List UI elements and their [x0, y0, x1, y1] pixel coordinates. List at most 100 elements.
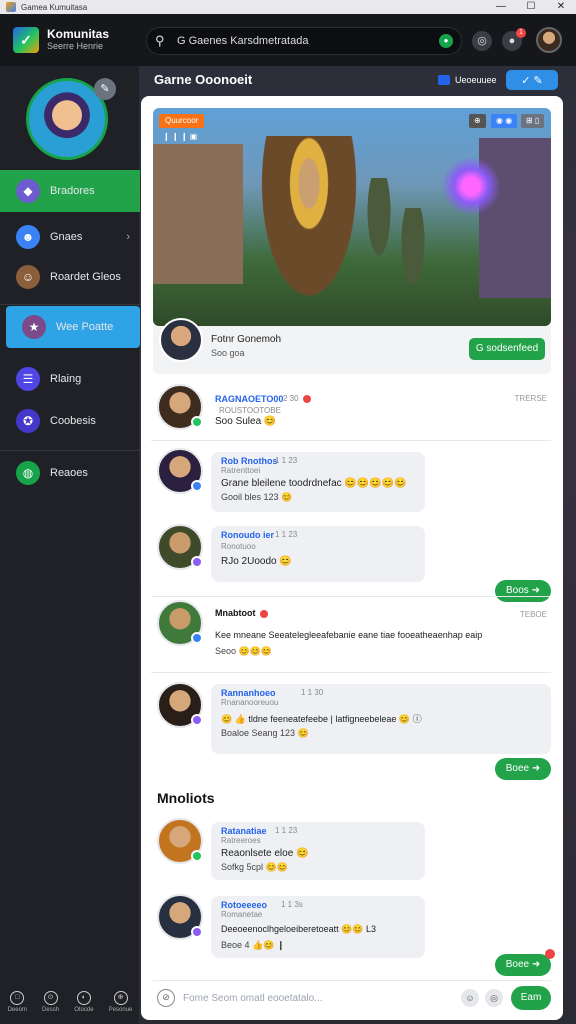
edit-button[interactable]: ✓ ✎	[506, 70, 558, 90]
compass-icon[interactable]: ◎	[472, 31, 492, 51]
sidebar-footer-button[interactable]: ⊙ Dessh	[42, 991, 59, 1013]
sidebar-item-label: Gnaes	[50, 231, 83, 243]
maximize-button[interactable]: ☐	[516, 0, 546, 14]
notification-icon[interactable]: ● 1	[502, 28, 526, 51]
reply-label: Boee ➜	[505, 959, 541, 970]
follow-button[interactable]: G sodsenfeed	[469, 338, 545, 360]
window-titlebar: Gamea Kumuitasa — ☐ ✕	[0, 0, 576, 14]
hero-building	[153, 144, 243, 284]
close-button[interactable]: ✕	[546, 0, 576, 14]
comment-composer: ⊘ ☺ ◎ Eam	[153, 980, 551, 1014]
profile-edit-icon[interactable]: ✎	[94, 78, 116, 100]
sidebar-item-label: Bradores	[50, 185, 95, 197]
search-icon: ⚲	[155, 33, 165, 48]
hero-image[interactable]: Quurcoor ❙ ❙ ❙ ▣ ⊕ ◉ ◉ ⊞ ▯	[153, 108, 551, 326]
sidebar-item-reaoes[interactable]: ◍ Reaoes	[0, 452, 140, 494]
comment-time: 1 1 23	[275, 826, 298, 835]
avatar[interactable]	[157, 524, 203, 570]
target-icon: ⊙	[43, 991, 58, 1005]
hero-tag-secondary: ❙ ❙ ❙ ▣	[163, 132, 198, 141]
search-bar[interactable]: ⚲ G Gaenes Karsdmetratada ●	[146, 27, 462, 55]
comment-item: Ronoudo ier 1 1 23 Ronotuoo RJo 2Uoodo 😊…	[141, 524, 563, 604]
sidebar-footer: □ Deeom ⊙ Dessh ◐ Otocde ⊕ Pesonue	[0, 980, 140, 1024]
sidebar-item-rlaing[interactable]: ☰ Rlaing	[0, 358, 140, 400]
comment-time: 1 1 30	[301, 688, 324, 697]
comment-text: RJo 2Uoodo 😊	[221, 556, 292, 567]
comment-bubble: Rob Rnothos 1 1 23 Ratrenttoei Grane ble…	[211, 452, 425, 512]
comment-handle: Ratrenttoei	[221, 466, 261, 475]
comment-time: 2 30	[283, 394, 299, 403]
author-name: Fotnr Gonemoh	[211, 334, 282, 345]
comment-text: Reaonlsete eloe 😊	[221, 848, 309, 859]
app-header: ✓ Komunitas Seerre Henrie ⚲ G Gaenes Kar…	[0, 14, 576, 66]
author-avatar[interactable]	[159, 318, 203, 362]
hero-tag-right[interactable]: ⊞ ▯	[521, 114, 545, 128]
mic-icon[interactable]: ●	[439, 34, 453, 48]
sidebar-item-wee-poatte[interactable]: ★ Wee Poatte	[6, 306, 140, 348]
comment-handle: Ronotuoo	[221, 542, 256, 551]
comment-author[interactable]: Ronoudo ier	[221, 530, 274, 540]
status-dot	[191, 850, 203, 862]
filter-label: Ueoeuuee	[455, 75, 497, 85]
avatar[interactable]	[157, 600, 203, 646]
comment-text: Boaloe Seang 123 😊	[221, 728, 309, 738]
comment-author[interactable]: Rannanhoeo	[221, 688, 276, 698]
minimize-button[interactable]: —	[486, 0, 516, 14]
footer-label: Otocde	[74, 1007, 94, 1013]
comment-author[interactable]: RAGNAOETO00	[215, 394, 283, 404]
send-button[interactable]: Eam	[511, 986, 551, 1010]
search-input[interactable]: G Gaenes Karsdmetratada	[177, 35, 308, 47]
comment-timestamp: TEBOE	[519, 610, 547, 619]
list-icon: ☰	[16, 367, 40, 391]
sidebar-item-coobesis[interactable]: ✪ Coobesis	[0, 400, 140, 442]
comment-timestamp: TRERSE	[514, 394, 547, 403]
sidebar-item-roardet[interactable]: ☺ Roardet Gleos	[0, 256, 140, 298]
comment-author[interactable]: Ratanatiae	[221, 826, 267, 836]
avatar[interactable]	[157, 818, 203, 864]
user-avatar[interactable]	[536, 27, 562, 53]
reply-button[interactable]: Boee ➜	[495, 949, 555, 976]
hero-tag-right[interactable]: ◉ ◉	[491, 114, 518, 128]
footer-label: Pesonue	[108, 1007, 133, 1013]
window-title: Gamea Kumuitasa	[21, 2, 88, 12]
comment-input[interactable]	[183, 985, 459, 1011]
comment-text: Kee mneane Seeatelegleeafebanie eane tia…	[215, 630, 483, 640]
sidebar-footer-button[interactable]: □ Deeom	[8, 991, 27, 1013]
comment-author[interactable]: Rob Rnothos	[221, 456, 278, 466]
sidebar-item-bradores[interactable]: ◆ Bradores	[0, 170, 140, 212]
sidebar-item-label: Coobesis	[50, 415, 96, 427]
reply-button[interactable]: Boos ➜	[495, 580, 551, 602]
sidebar-footer-button[interactable]: ⊕ Pesonue	[108, 991, 133, 1013]
app-icon	[6, 2, 16, 12]
comment-handle: Romanetae	[221, 910, 263, 919]
status-dot	[191, 480, 203, 492]
avatar[interactable]	[157, 384, 203, 430]
status-dot	[191, 556, 203, 568]
emoji-icon[interactable]: ☺	[461, 989, 479, 1007]
sidebar-item-gnaes[interactable]: ☻ Gnaes ›	[0, 216, 140, 258]
avatar[interactable]	[157, 894, 203, 940]
avatar[interactable]	[157, 448, 203, 494]
comment-bubble: Ronoudo ier 1 1 23 Ronotuoo RJo 2Uoodo 😊	[211, 526, 425, 582]
comment-text: Deeoeenoclhgeloeiberetoeatt 😊😊 L3	[221, 924, 377, 934]
comment-item: Rannanhoeo 1 1 30 Rnananooreuou 😊 👍 tldn…	[141, 682, 563, 782]
sidebar-item-label: Roardet Gleos	[50, 271, 121, 283]
comment-author[interactable]: Mnabtoot	[215, 608, 268, 618]
gif-icon[interactable]: ◎	[485, 989, 503, 1007]
divider	[151, 596, 551, 597]
comment-author[interactable]: Rotoeeeeo	[221, 900, 267, 910]
comment-text: Grane bleilene toodrdnefac 😊😊😊😊😊	[221, 478, 407, 489]
brand-title: Komunitas	[47, 27, 110, 41]
clock-icon: ◐	[76, 991, 91, 1005]
comment-bubble: Ratanatiae 1 1 23 Ratreeroes Reaonlsete …	[211, 822, 425, 880]
sidebar-item-label: Reaoes	[50, 467, 88, 479]
discord-icon: ☻	[16, 225, 40, 249]
attach-icon[interactable]: ⊘	[157, 989, 175, 1007]
avatar[interactable]	[157, 682, 203, 728]
reply-button[interactable]: Boee ➜	[495, 758, 551, 780]
profile-icon: ⊕	[113, 991, 128, 1005]
hero-portal	[441, 156, 501, 216]
hero-tag-right[interactable]: ⊕	[469, 114, 486, 128]
filter-button[interactable]: Ueoeuuee	[438, 70, 497, 90]
sidebar-footer-button[interactable]: ◐ Otocde	[74, 991, 94, 1013]
